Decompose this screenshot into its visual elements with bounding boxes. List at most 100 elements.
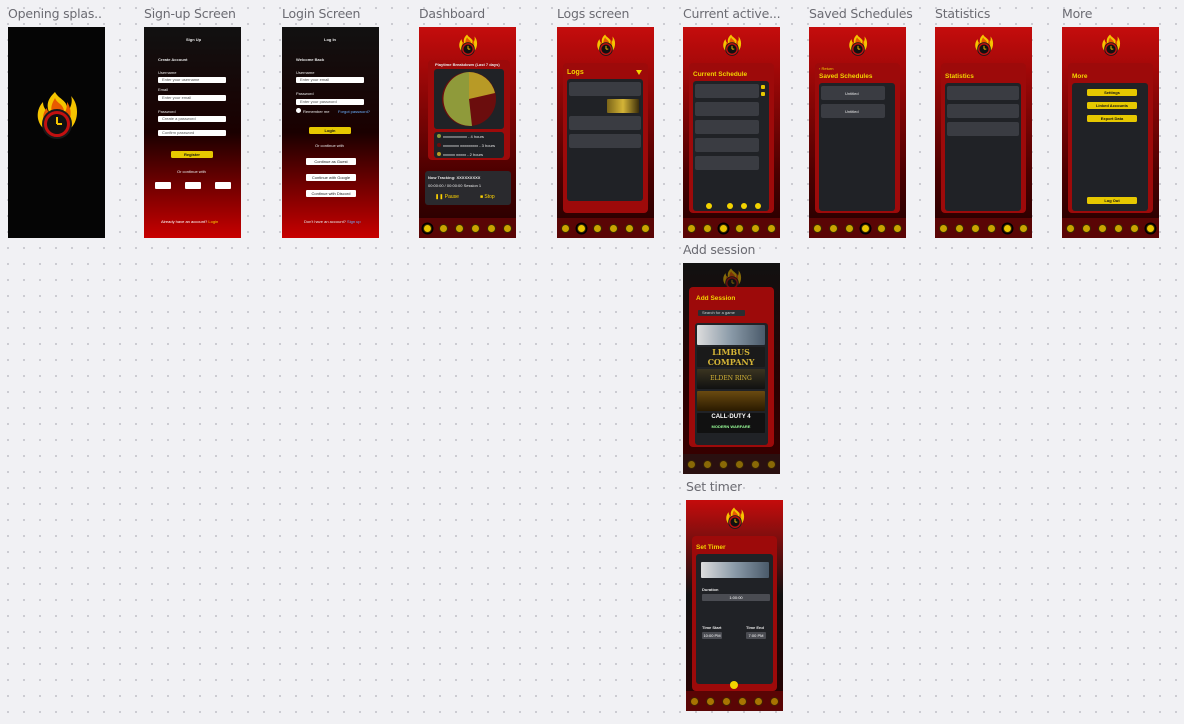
logout-button[interactable]: Log Out [1087, 197, 1137, 204]
game-option-1[interactable] [697, 325, 765, 345]
nav-logs-icon[interactable] [1081, 223, 1091, 233]
login-username-field[interactable]: Enter your email [296, 77, 364, 83]
log-row[interactable] [569, 116, 641, 130]
forgot-password-link[interactable]: Forgot password? [338, 109, 370, 114]
social-button-a[interactable] [155, 182, 171, 189]
delete-icon[interactable] [761, 85, 765, 89]
nav-current-icon[interactable] [718, 459, 728, 469]
duration-field[interactable]: 1:00:00 [702, 594, 770, 601]
nav-saved-icon[interactable] [735, 459, 745, 469]
stop-button[interactable]: ■ Stop [480, 194, 495, 200]
nav-saved-icon[interactable] [735, 223, 745, 233]
nav-saved-icon[interactable] [861, 223, 871, 233]
nav-more-icon[interactable] [1146, 223, 1156, 233]
schedule-row[interactable] [695, 138, 759, 152]
signup-link[interactable]: Sign up [347, 219, 361, 224]
social-button-discord[interactable] [215, 182, 231, 189]
nav-more-icon[interactable] [767, 223, 777, 233]
nav-home-icon[interactable] [689, 696, 699, 706]
schedule-row[interactable] [695, 84, 759, 98]
nav-logs-icon[interactable] [828, 223, 838, 233]
pause-icon[interactable] [741, 203, 747, 209]
nav-current-icon[interactable] [721, 696, 731, 706]
game-option-4[interactable] [697, 391, 765, 411]
game-search-input[interactable]: Search for a game [698, 310, 745, 316]
schedule-row[interactable] [695, 102, 759, 116]
nav-stats-icon[interactable] [487, 223, 497, 233]
game-option-3[interactable]: ELDEN RING [697, 369, 765, 389]
nav-home-icon[interactable] [686, 223, 696, 233]
time-start-field[interactable]: 10:00 PM [702, 632, 722, 639]
nav-stats-icon[interactable] [754, 696, 764, 706]
settings-button[interactable]: Settings [1087, 89, 1137, 96]
nav-logs-icon[interactable] [954, 223, 964, 233]
nav-home-icon[interactable] [560, 223, 570, 233]
play-icon[interactable] [727, 203, 733, 209]
saved-row[interactable]: Untitled [821, 86, 885, 100]
nav-home-icon[interactable] [938, 223, 948, 233]
nav-stats-icon[interactable] [877, 223, 887, 233]
nav-saved-icon[interactable] [1114, 223, 1124, 233]
nav-saved-icon[interactable] [987, 223, 997, 233]
pause-button[interactable]: ❚❚ Pause [435, 194, 459, 200]
google-button[interactable]: Continue with Google [306, 174, 356, 181]
nav-more-icon[interactable] [503, 223, 513, 233]
nav-more-icon[interactable] [641, 223, 651, 233]
nav-home-icon[interactable] [812, 223, 822, 233]
return-button[interactable]: ‹ Return [819, 66, 833, 71]
game-option-2[interactable]: LIMBUS COMPANY [697, 347, 765, 367]
nav-saved-icon[interactable] [609, 223, 619, 233]
confirm-password-field[interactable]: Confirm password [158, 130, 226, 136]
nav-more-icon[interactable] [1019, 223, 1029, 233]
remember-checkbox[interactable] [296, 108, 301, 113]
nav-more-icon[interactable] [893, 223, 903, 233]
nav-stats-icon[interactable] [751, 459, 761, 469]
nav-current-icon[interactable] [592, 223, 602, 233]
nav-stats-icon[interactable] [625, 223, 635, 233]
password-field[interactable]: Create a password [158, 116, 226, 122]
nav-stats-icon[interactable] [1003, 223, 1013, 233]
nav-current-icon[interactable] [718, 223, 728, 233]
stats-row[interactable] [947, 104, 1019, 118]
nav-more-icon[interactable] [770, 696, 780, 706]
guest-button[interactable]: Continue as Guest [306, 158, 356, 165]
nav-stats-icon[interactable] [751, 223, 761, 233]
schedule-row[interactable] [695, 120, 759, 134]
nav-home-icon[interactable] [1065, 223, 1075, 233]
stats-row[interactable] [947, 122, 1019, 136]
log-row[interactable] [569, 134, 641, 148]
edit-icon[interactable] [761, 92, 765, 96]
nav-home-icon[interactable] [686, 459, 696, 469]
email-field[interactable]: Enter your email [158, 95, 226, 101]
nav-logs-icon[interactable] [438, 223, 448, 233]
stop-icon[interactable] [755, 203, 761, 209]
export-data-button[interactable]: Export Data [1087, 115, 1137, 122]
nav-logs-icon[interactable] [702, 459, 712, 469]
social-button-google[interactable] [185, 182, 201, 189]
nav-current-icon[interactable] [970, 223, 980, 233]
schedule-row[interactable] [695, 156, 759, 170]
login-button[interactable]: Login [309, 127, 351, 134]
filter-icon[interactable] [636, 70, 642, 75]
username-field[interactable]: Enter your username [158, 77, 226, 83]
saved-row[interactable]: Untitled [821, 104, 885, 118]
nav-saved-icon[interactable] [738, 696, 748, 706]
nav-stats-icon[interactable] [1130, 223, 1140, 233]
nav-logs-icon[interactable] [705, 696, 715, 706]
add-timer-icon[interactable] [730, 681, 738, 689]
login-password-field[interactable]: Enter your password [296, 99, 364, 105]
nav-home-icon[interactable] [422, 223, 432, 233]
nav-saved-icon[interactable] [471, 223, 481, 233]
linked-accounts-button[interactable]: Linked Accounts [1087, 102, 1137, 109]
login-link[interactable]: Login [208, 219, 218, 224]
time-end-field[interactable]: 7:00 PM [746, 632, 766, 639]
nav-more-icon[interactable] [767, 459, 777, 469]
nav-logs-icon[interactable] [702, 223, 712, 233]
game-option-5[interactable]: CALL·DUTY 4 MODERN WARFARE [697, 413, 765, 433]
add-icon[interactable] [706, 203, 712, 209]
log-row[interactable] [569, 82, 641, 96]
register-button[interactable]: Register [171, 151, 213, 158]
stats-row[interactable] [947, 86, 1019, 100]
nav-current-icon[interactable] [1097, 223, 1107, 233]
nav-current-icon[interactable] [844, 223, 854, 233]
